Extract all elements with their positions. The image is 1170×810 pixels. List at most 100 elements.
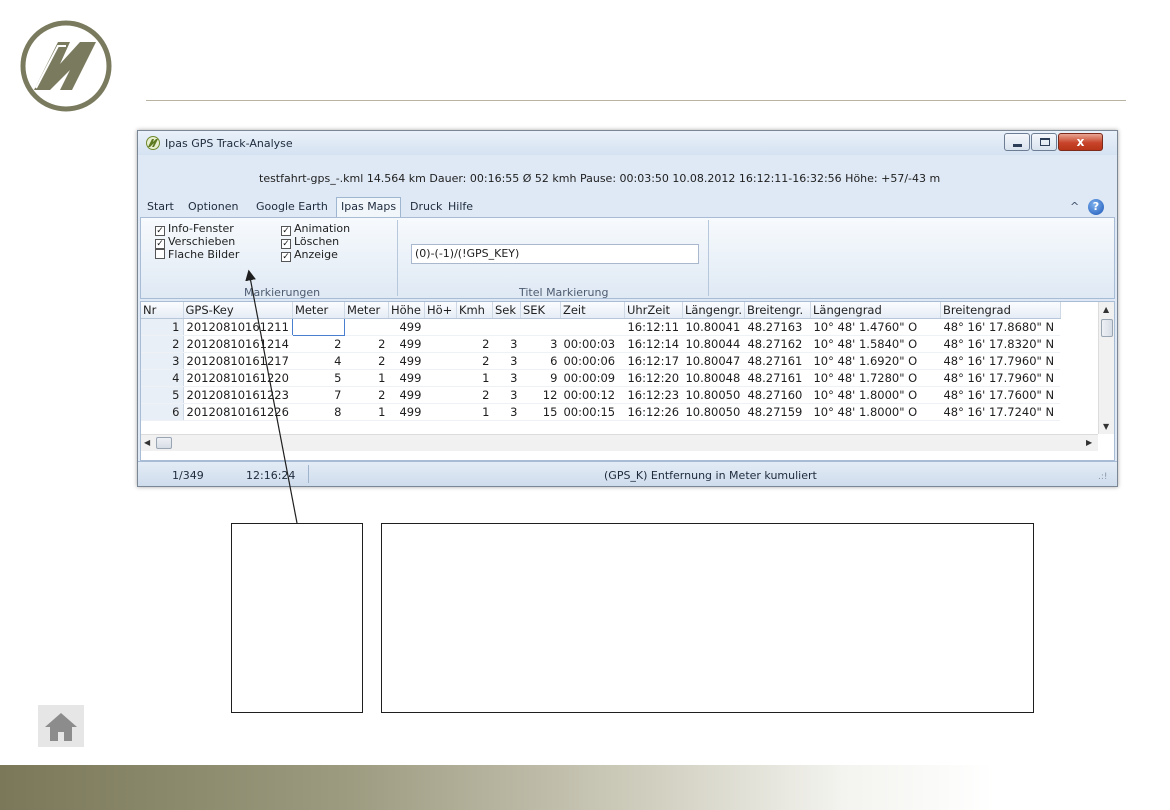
table-cell[interactable]: 3 — [141, 352, 184, 370]
table-cell[interactable]: 48.27159 — [744, 403, 811, 421]
table-cell[interactable]: 10° 48' 1.8000" O — [810, 386, 941, 404]
table-cell[interactable]: 48.27161 — [744, 352, 811, 370]
table-cell[interactable]: 5 — [141, 386, 184, 404]
table-cell[interactable]: 48° 16' 17.7600" N — [940, 386, 1061, 404]
table-cell[interactable]: 6 — [520, 352, 561, 370]
table-cell[interactable]: 6 — [141, 403, 184, 421]
column-header-gps-key[interactable]: GPS-Key — [183, 302, 293, 319]
tab-google-earth[interactable]: Google Earth — [256, 200, 328, 213]
table-cell[interactable]: 20120810161220 — [183, 369, 293, 387]
column-header-nr[interactable]: Nr — [141, 302, 184, 319]
checkbox-loeschen[interactable]: ✓ Löschen — [281, 235, 339, 249]
table-cell[interactable]: 00:00:09 — [560, 369, 625, 387]
table-cell[interactable]: 20120810161211 — [183, 318, 293, 336]
table-row[interactable]: 3 20120810161217 4 2 499 2 3 6 00:00:06 16:12:17 1… — [141, 352, 1061, 370]
table-row[interactable]: 2 20120810161214 2 2 499 2 3 3 00:00:03 16:12:14 1… — [141, 335, 1061, 353]
table-cell[interactable]: 10° 48' 1.7280" O — [810, 369, 941, 387]
table-cell[interactable]: 499 — [388, 352, 425, 370]
table-row[interactable]: 4 20120810161220 5 1 499 1 3 9 00:00:09 16:12:20 1… — [141, 369, 1061, 387]
table-cell[interactable]: 20120810161214 — [183, 335, 293, 353]
scroll-down-icon[interactable]: ▼ — [1103, 422, 1109, 431]
table-cell[interactable]: 2 — [141, 335, 184, 353]
checkbox-animation[interactable]: ✓ Animation — [281, 222, 350, 236]
table-cell[interactable] — [424, 352, 457, 370]
table-cell[interactable]: 10.80041 — [682, 318, 745, 336]
resize-grip-icon[interactable]: .:! — [1098, 472, 1108, 482]
column-header-sek[interactable]: Sek — [492, 302, 521, 319]
table-cell[interactable] — [424, 369, 457, 387]
checkbox-flache-bilder[interactable]: Flache Bilder — [155, 248, 239, 261]
table-cell[interactable]: 4 — [292, 352, 345, 370]
table-cell[interactable]: 00:00:03 — [560, 335, 625, 353]
table-cell[interactable]: 1 — [456, 403, 493, 421]
table-cell[interactable]: 3 — [492, 369, 521, 387]
table-cell[interactable]: 499 — [388, 369, 425, 387]
table-cell[interactable]: 15 — [520, 403, 561, 421]
title-bar[interactable]: Ipas GPS Track-Analyse x — [138, 131, 1117, 155]
table-cell[interactable]: 10.80050 — [682, 403, 745, 421]
table-row[interactable]: 5 20120810161223 7 2 499 2 3 12 00:00:12 16:12:23… — [141, 386, 1061, 404]
table-cell[interactable]: 1 — [344, 403, 389, 421]
table-row[interactable]: 6 20120810161226 8 1 499 1 3 15 00:00:15 16:12:26… — [141, 403, 1061, 421]
table-cell[interactable]: 16:12:17 — [624, 352, 683, 370]
table-cell[interactable]: 499 — [388, 335, 425, 353]
table-cell[interactable]: 10.80044 — [682, 335, 745, 353]
table-cell[interactable]: 20120810161217 — [183, 352, 293, 370]
table-cell[interactable]: 48° 16' 17.7240" N — [940, 403, 1061, 421]
table-cell[interactable] — [424, 386, 457, 404]
table-cell[interactable]: 12 — [520, 386, 561, 404]
table-cell[interactable]: 499 — [388, 403, 425, 421]
table-cell[interactable]: 8 — [292, 403, 345, 421]
table-cell[interactable]: 20120810161223 — [183, 386, 293, 404]
table-cell[interactable] — [424, 318, 457, 336]
table-cell[interactable]: 10° 48' 1.8000" O — [810, 403, 941, 421]
table-cell[interactable]: 499 — [388, 386, 425, 404]
table-cell[interactable]: 3 — [520, 335, 561, 353]
table-cell[interactable] — [456, 318, 493, 336]
table-cell[interactable]: 16:12:26 — [624, 403, 683, 421]
table-cell[interactable]: 16:12:20 — [624, 369, 683, 387]
home-button[interactable] — [38, 705, 84, 747]
table-cell[interactable] — [492, 318, 521, 336]
table-cell[interactable] — [520, 318, 561, 336]
table-cell[interactable]: 2 — [456, 352, 493, 370]
table-cell[interactable] — [291, 317, 345, 336]
table-cell[interactable]: 48° 16' 17.7960" N — [940, 352, 1061, 370]
column-header-meter-delta[interactable]: Meter — [344, 302, 389, 319]
table-cell[interactable]: 48.27160 — [744, 386, 811, 404]
column-header-laengengr[interactable]: Längengr. — [682, 302, 745, 319]
table-cell[interactable]: 16:12:14 — [624, 335, 683, 353]
table-cell[interactable]: 48° 16' 17.8320" N — [940, 335, 1061, 353]
table-cell[interactable]: 3 — [492, 335, 521, 353]
table-cell[interactable]: 48° 16' 17.8680" N — [940, 318, 1061, 336]
table-cell[interactable]: 48° 16' 17.7960" N — [940, 369, 1061, 387]
ribbon-collapse-icon[interactable]: ^ — [1070, 200, 1079, 213]
table-cell[interactable]: 3 — [492, 403, 521, 421]
table-cell[interactable]: 2 — [344, 352, 389, 370]
table-cell[interactable]: 2 — [456, 386, 493, 404]
table-cell[interactable]: 48.27163 — [744, 318, 811, 336]
tab-start[interactable]: Start — [147, 200, 174, 213]
table-cell[interactable]: 499 — [388, 318, 425, 336]
column-header-laengengrad[interactable]: Längengrad — [810, 302, 941, 319]
table-cell[interactable]: 4 — [141, 369, 184, 387]
column-header-hoehe-plus[interactable]: Hö+ — [424, 302, 457, 319]
table-cell[interactable]: 20120810161226 — [183, 403, 293, 421]
table-cell[interactable]: 9 — [520, 369, 561, 387]
maximize-button[interactable] — [1031, 133, 1057, 151]
scrollbar-thumb[interactable] — [1101, 319, 1113, 337]
horizontal-scrollbar[interactable]: ◀ ▶ — [141, 434, 1098, 451]
table-cell[interactable]: 00:00:15 — [560, 403, 625, 421]
table-cell[interactable] — [424, 335, 457, 353]
close-button[interactable]: x — [1058, 133, 1103, 151]
help-icon[interactable]: ? — [1088, 199, 1104, 215]
table-cell[interactable]: 1 — [456, 369, 493, 387]
column-header-hoehe[interactable]: Höhe — [388, 302, 425, 319]
table-row[interactable]: 1 20120810161211 499 16:12:11 10.80041 48.271… — [141, 317, 1061, 336]
scroll-left-icon[interactable]: ◀ — [144, 438, 150, 447]
vertical-scrollbar[interactable]: ▲ ▼ — [1098, 302, 1114, 434]
table-cell[interactable] — [424, 403, 457, 421]
scroll-up-icon[interactable]: ▲ — [1103, 305, 1109, 314]
table-cell[interactable] — [344, 318, 389, 336]
checkbox-verschieben[interactable]: ✓ Verschieben — [155, 235, 235, 249]
